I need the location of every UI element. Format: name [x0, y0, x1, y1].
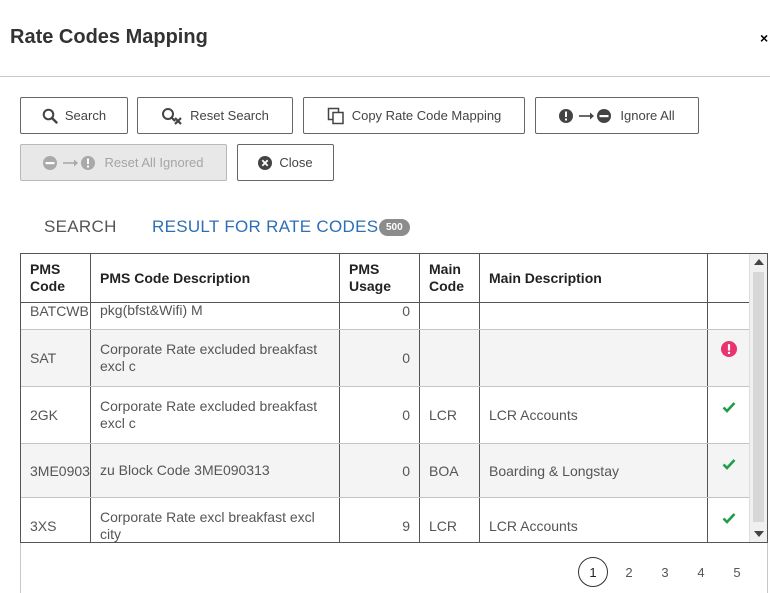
cell-main-code: LCR — [420, 498, 480, 542]
header-main-code: Main Code — [420, 254, 480, 302]
cell-main-code: BOA — [420, 444, 480, 497]
header-pms-code-description: PMS Code Description — [91, 254, 340, 302]
scroll-up-arrow-icon[interactable] — [754, 259, 764, 265]
minus-to-exclamation-icon — [43, 155, 97, 171]
reset-search-button-label: Reset Search — [190, 108, 269, 123]
cell-usage: 0 — [340, 387, 420, 443]
exclamation-to-minus-icon — [559, 108, 613, 124]
cell-main-description: LCR Accounts — [480, 498, 708, 542]
scrollbar-thumb[interactable] — [753, 272, 764, 522]
header-pms-code: PMS Code — [21, 254, 91, 302]
dialog-title: Rate Codes Mapping — [10, 26, 208, 48]
cell-description: pkg(bfst&Wifi) M — [91, 303, 340, 329]
scroll-down-arrow-icon[interactable] — [754, 531, 764, 537]
check-icon — [722, 457, 736, 473]
check-icon — [722, 400, 736, 416]
cell-status — [708, 498, 749, 542]
cell-main-description — [480, 330, 708, 386]
cell-pms-code: 3ME090313 — [21, 444, 91, 497]
search-button[interactable]: Search — [20, 97, 128, 134]
reset-search-icon — [161, 107, 183, 125]
copy-rate-code-mapping-button[interactable]: Copy Rate Code Mapping — [303, 97, 525, 134]
reset-all-ignored-button-label: Reset All Ignored — [104, 155, 204, 170]
table-scrollbar[interactable] — [749, 254, 767, 542]
cell-usage: 0 — [340, 444, 420, 497]
search-button-label: Search — [64, 108, 107, 123]
ignore-all-button-label: Ignore All — [620, 108, 675, 123]
rate-codes-table: PMS Code PMS Code Description PMS Usage Ma… — [20, 253, 768, 543]
close-button-label: Close — [279, 155, 313, 170]
ignore-all-button[interactable]: Ignore All — [535, 97, 699, 134]
close-circle-icon — [258, 155, 273, 170]
header-status — [708, 254, 749, 302]
exclamation-circle-icon — [720, 341, 737, 360]
table-row[interactable]: SAT Corporate Rate excluded breakfast ex… — [21, 330, 749, 387]
cell-description: Corporate Rate excluded breakfast excl c — [91, 387, 340, 443]
tab-search[interactable]: SEARCH — [44, 217, 117, 237]
cell-pms-code: BATCWB — [21, 303, 91, 329]
cell-main-code — [420, 303, 480, 329]
header-pms-usage: PMS Usage — [340, 254, 420, 302]
table-header: PMS Code PMS Code Description PMS Usage Ma… — [21, 254, 749, 303]
tab-results[interactable]: RESULT FOR RATE CODES — [152, 217, 378, 237]
table-row[interactable]: 3XS Corporate Rate excl breakfast excl c… — [21, 498, 749, 542]
close-dialog-icon[interactable]: × — [760, 30, 768, 46]
reset-search-button[interactable]: Reset Search — [137, 97, 293, 134]
cell-description: Corporate Rate excl breakfast excl city — [91, 498, 340, 542]
cell-status — [708, 303, 749, 329]
copy-mapping-button-label: Copy Rate Code Mapping — [351, 108, 502, 123]
header-main-description: Main Description — [480, 254, 708, 302]
cell-main-code — [420, 330, 480, 386]
cell-pms-code: 2GK — [21, 387, 91, 443]
table-row[interactable]: 3ME090313 zu Block Code 3ME090313 0 BOA … — [21, 444, 749, 498]
page-5[interactable]: 5 — [722, 557, 752, 587]
cell-pms-code: SAT — [21, 330, 91, 386]
header-divider — [0, 76, 770, 77]
table-row[interactable]: 2GK Corporate Rate excluded breakfast ex… — [21, 387, 749, 444]
search-icon — [42, 108, 58, 124]
cell-usage: 9 — [340, 498, 420, 542]
cell-description: Corporate Rate excluded breakfast excl c — [91, 330, 340, 386]
page-2[interactable]: 2 — [614, 557, 644, 587]
close-button[interactable]: Close — [237, 144, 334, 181]
cell-main-description: LCR Accounts — [480, 387, 708, 443]
cell-status — [708, 387, 749, 443]
cell-usage: 0 — [340, 303, 420, 329]
table-body: BATCWB pkg(bfst&Wifi) M 0 SAT Corporate … — [21, 303, 749, 542]
cell-status — [708, 444, 749, 497]
page-4[interactable]: 4 — [686, 557, 716, 587]
cell-status — [708, 330, 749, 386]
reset-all-ignored-button[interactable]: Reset All Ignored — [20, 144, 227, 181]
check-icon — [722, 511, 736, 527]
cell-main-code: LCR — [420, 387, 480, 443]
cell-main-description — [480, 303, 708, 329]
page-1[interactable]: 1 — [578, 557, 608, 587]
results-count-badge: 500 — [379, 219, 410, 236]
cell-pms-code: 3XS — [21, 498, 91, 542]
cell-main-description: Boarding & Longstay — [480, 444, 708, 497]
page-3[interactable]: 3 — [650, 557, 680, 587]
table-row[interactable]: BATCWB pkg(bfst&Wifi) M 0 — [21, 303, 749, 330]
cell-description: zu Block Code 3ME090313 — [91, 444, 340, 497]
cell-usage: 0 — [340, 330, 420, 386]
copy-icon — [327, 107, 345, 125]
